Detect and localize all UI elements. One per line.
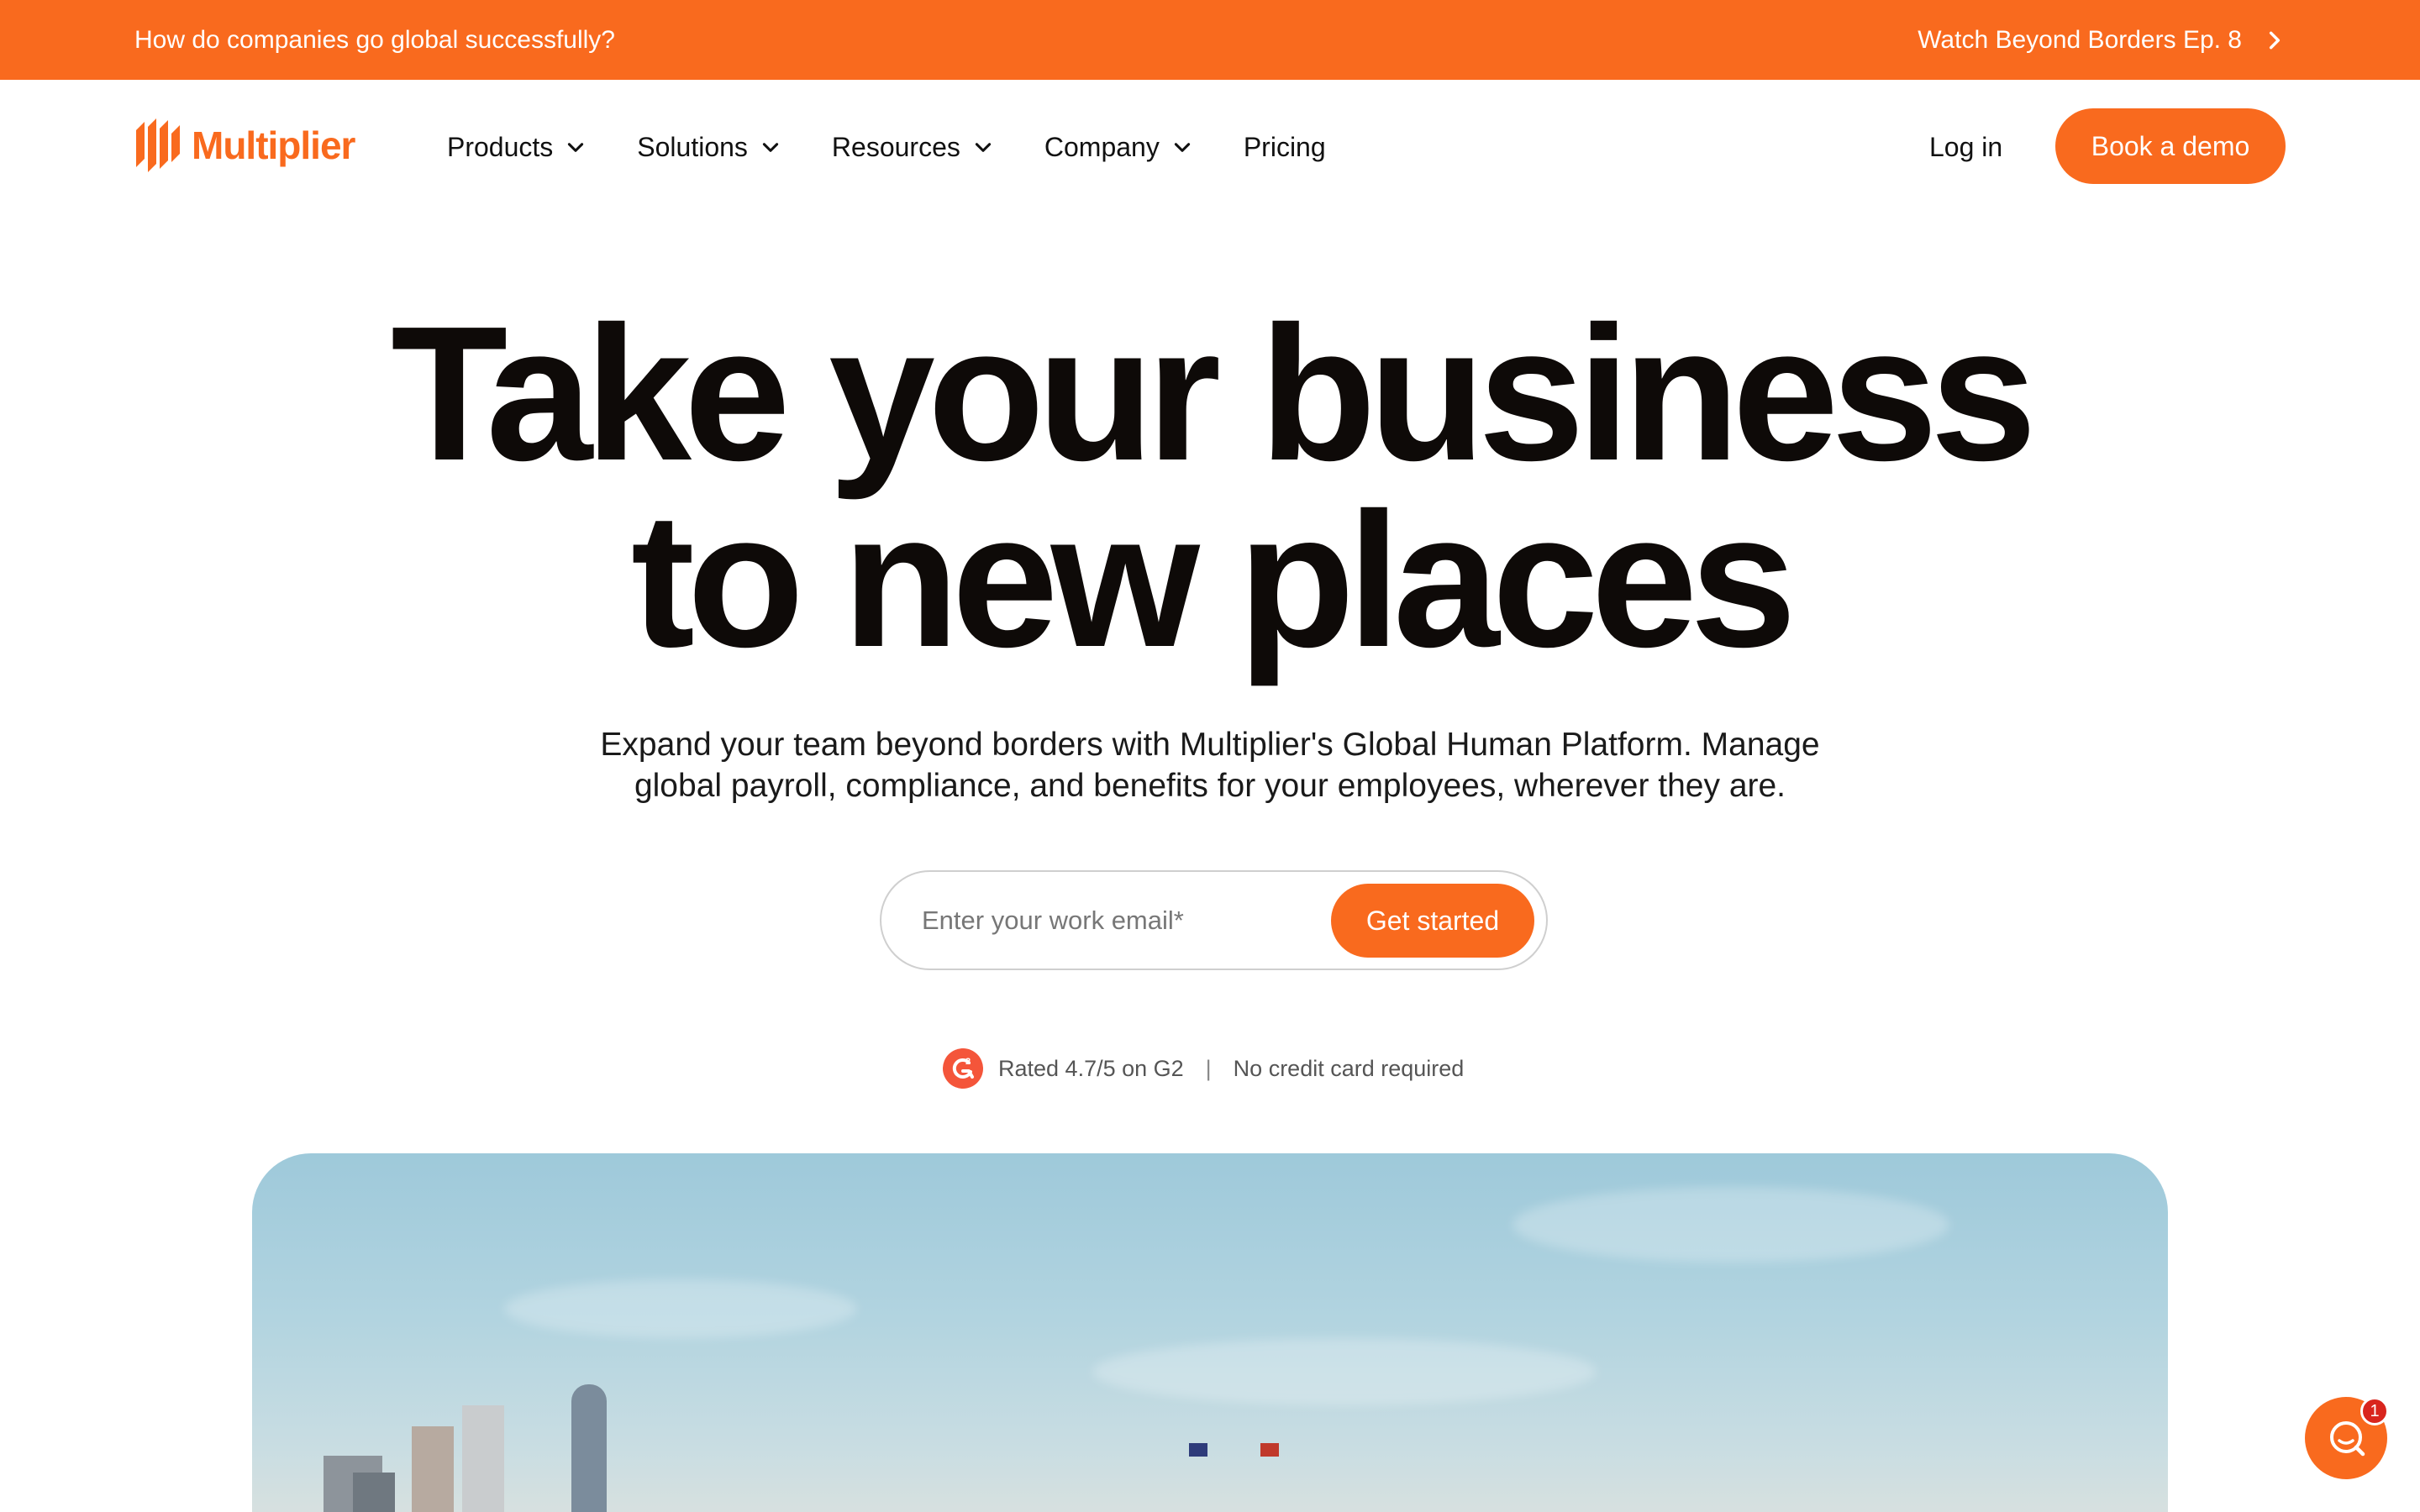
- book-demo-button[interactable]: Book a demo: [2055, 108, 2286, 184]
- multiplier-logo-icon: [136, 118, 180, 172]
- logo-text: Multiplier: [192, 123, 355, 167]
- announcement-cta-label: Watch Beyond Borders Ep. 8: [1918, 25, 2242, 54]
- get-started-button[interactable]: Get started: [1331, 884, 1534, 958]
- nav-item-products[interactable]: Products: [447, 132, 587, 163]
- nav-menu: Products Solutions Resources Company Pri…: [447, 80, 1326, 214]
- no-credit-card-note: No credit card required: [1233, 1055, 1465, 1081]
- login-link[interactable]: Log in: [1929, 80, 2002, 214]
- g2-logo-icon: 2: [943, 1048, 983, 1089]
- nav-item-pricing[interactable]: Pricing: [1244, 132, 1326, 163]
- skyline-building: [412, 1426, 454, 1512]
- sky-cloud: [1092, 1338, 1597, 1405]
- flag: [1260, 1443, 1279, 1457]
- flag: [1189, 1443, 1207, 1457]
- nav-item-company[interactable]: Company: [1044, 132, 1193, 163]
- trust-separator: |: [1205, 1055, 1212, 1081]
- svg-text:2: 2: [965, 1057, 971, 1067]
- chevron-right-icon: [2269, 31, 2281, 49]
- skyline-building: [462, 1405, 504, 1512]
- logo[interactable]: Multiplier: [133, 112, 355, 179]
- nav-item-resources[interactable]: Resources: [832, 132, 994, 163]
- chevron-down-icon: [762, 143, 779, 152]
- announcement-cta-link[interactable]: Watch Beyond Borders Ep. 8: [1918, 0, 2286, 80]
- email-signup-form: Get started: [880, 870, 1548, 970]
- hero-subtitle-line-2: global payroll, compliance, and benefits…: [634, 768, 1786, 804]
- nav-item-label: Pricing: [1243, 131, 1326, 162]
- announcement-bar: How do companies go global successfully?…: [0, 0, 2420, 80]
- skyline-building: [353, 1473, 395, 1512]
- chevron-down-icon: [568, 143, 584, 152]
- hero-subtitle: Expand your team beyond borders with Mul…: [538, 724, 1882, 806]
- nav-item-label: Products: [447, 131, 554, 162]
- skyline-building: [571, 1384, 607, 1512]
- announcement-question: How do companies go global successfully?: [134, 26, 615, 54]
- g2-rating-text: Rated 4.7/5 on G2: [998, 1055, 1184, 1081]
- nav-item-label: Solutions: [637, 131, 748, 162]
- chat-widget-button[interactable]: 1: [2305, 1397, 2389, 1479]
- sky-cloud: [1512, 1187, 1949, 1263]
- nav-item-label: Company: [1044, 131, 1160, 162]
- notification-badge: 1: [2360, 1397, 2389, 1425]
- trust-line: 2 Rated 4.7/5 on G2 | No credit card req…: [943, 1048, 1464, 1089]
- chat-search-icon: [2330, 1421, 2365, 1457]
- main-navigation: Multiplier Products Solutions Resources …: [0, 80, 2420, 214]
- hero-title: Take your business to new places: [0, 298, 2420, 676]
- nav-item-solutions[interactable]: Solutions: [637, 132, 781, 163]
- chevron-down-icon: [1174, 143, 1190, 152]
- chevron-down-icon: [975, 143, 991, 152]
- sky-cloud: [504, 1279, 857, 1338]
- nav-item-label: Resources: [831, 131, 960, 162]
- hero-title-line-1: Take your business: [391, 287, 2037, 501]
- hero-title-line-2: to new places: [630, 474, 1797, 687]
- hero-subtitle-line-1: Expand your team beyond borders with Mul…: [600, 727, 1820, 763]
- hero-video[interactable]: [252, 1153, 2168, 1512]
- work-email-input[interactable]: [922, 895, 1308, 946]
